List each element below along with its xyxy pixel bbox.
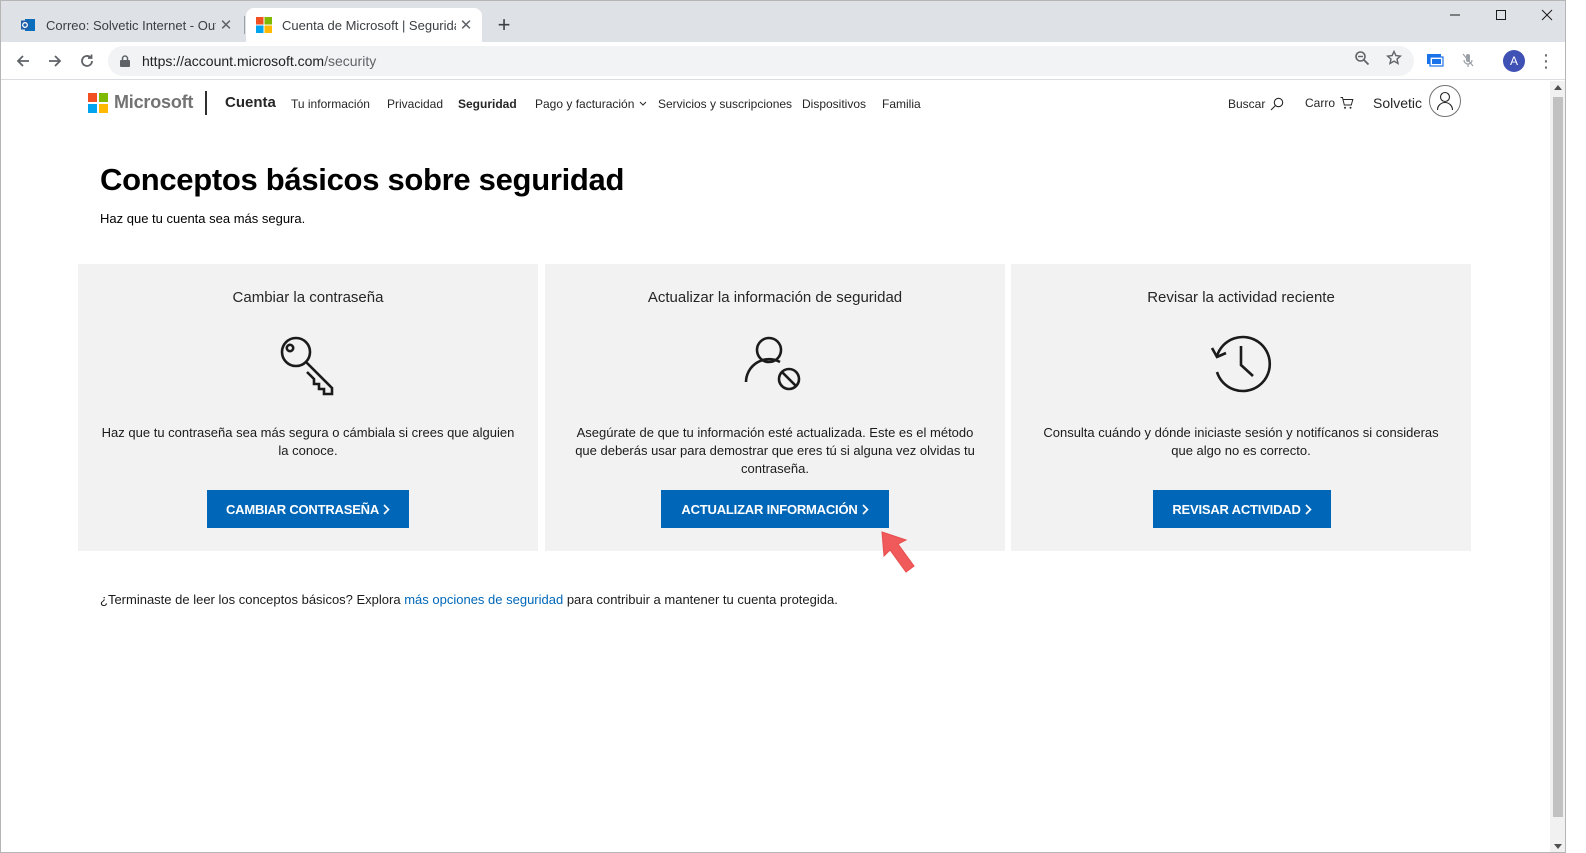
- tab-close-icon[interactable]: ✕: [216, 16, 236, 34]
- arrow-right-icon: [49, 55, 62, 67]
- page-title: Conceptos básicos sobre seguridad: [100, 162, 625, 197]
- bookmark-button[interactable]: [1384, 48, 1404, 68]
- nav-payment-billing-label: Pago y facturación: [535, 97, 635, 111]
- cart-icon: [1340, 97, 1354, 109]
- scroll-down-icon[interactable]: [1554, 844, 1562, 849]
- screen-extension-icon: [1427, 54, 1444, 67]
- update-security-info-card: Actualizar la información de seguridad A…: [545, 264, 1005, 551]
- brand-name: Microsoft: [114, 92, 194, 112]
- header-divider: [205, 91, 207, 115]
- card-title: Revisar la actividad reciente: [1147, 289, 1335, 306]
- window-margin: [1566, 0, 1586, 853]
- close-icon: [1541, 9, 1553, 21]
- forward-button[interactable]: [42, 48, 68, 74]
- cart-label: Carro: [1305, 96, 1336, 110]
- user-avatar-button[interactable]: [1429, 85, 1461, 117]
- reload-icon: [81, 54, 93, 67]
- search-button[interactable]: Buscar: [1228, 97, 1284, 111]
- button-label: REVISAR ACTIVIDAD: [1172, 501, 1301, 517]
- minimize-icon: [1450, 14, 1460, 16]
- review-activity-button[interactable]: REVISAR ACTIVIDAD: [1153, 490, 1331, 528]
- tab-title: Correo: Solvetic Internet - Outloo: [46, 17, 216, 33]
- nav-devices[interactable]: Dispositivos: [802, 97, 866, 111]
- zoom-button[interactable]: [1352, 48, 1372, 68]
- chevron-right-icon: [1305, 503, 1312, 515]
- change-password-card: Cambiar la contraseña Haz que tu contras…: [78, 264, 538, 551]
- page-subtitle: Haz que tu cuenta sea más segura.: [100, 211, 306, 226]
- tab-separator: [244, 16, 245, 34]
- key-icon: [280, 336, 334, 396]
- voice-extension-button[interactable]: [1458, 50, 1478, 70]
- nav-privacy[interactable]: Privacidad: [387, 97, 443, 111]
- address-bar[interactable]: https://account.microsoft.com/security: [108, 46, 1414, 76]
- lock-icon: [120, 55, 130, 67]
- browser-menu-button[interactable]: ⋮: [1536, 50, 1556, 72]
- button-label: ACTUALIZAR INFORMACIÓN: [681, 501, 858, 517]
- account-home-link[interactable]: Cuenta: [225, 94, 276, 111]
- chevron-right-icon: [861, 503, 869, 515]
- search-label: Buscar: [1228, 97, 1266, 111]
- cast-extension-button[interactable]: [1425, 50, 1445, 70]
- footer-text-before: ¿Terminaste de leer los conceptos básico…: [100, 592, 405, 607]
- browser-toolbar: https://account.microsoft.com/security A…: [0, 42, 1586, 80]
- update-info-button[interactable]: ACTUALIZAR INFORMACIÓN: [661, 490, 889, 528]
- user-blocked-icon: [744, 336, 801, 391]
- scrollbar-thumb[interactable]: [1553, 97, 1563, 817]
- scroll-up-icon[interactable]: [1554, 85, 1562, 90]
- browser-tab-strip: Correo: Solvetic Internet - Outloo ✕ Cue…: [0, 0, 1586, 42]
- review-activity-card: Revisar la actividad reciente Consulta c…: [1011, 264, 1471, 551]
- nav-payment-billing[interactable]: Pago y facturación: [535, 97, 647, 111]
- card-title: Actualizar la información de seguridad: [647, 289, 903, 306]
- close-window-button[interactable]: [1524, 0, 1570, 30]
- outlook-icon: [21, 19, 35, 31]
- footer-text-after: para contribuir a mantener tu cuenta pro…: [563, 592, 838, 607]
- user-icon: [1436, 91, 1454, 111]
- tab-outlook[interactable]: Correo: Solvetic Internet - Outloo ✕: [10, 8, 242, 42]
- arrow-left-icon: [16, 55, 29, 67]
- url-path: /security: [324, 53, 377, 69]
- change-password-button[interactable]: CAMBIAR CONTRASEÑA: [207, 490, 409, 528]
- page-scrollbar[interactable]: [1550, 81, 1566, 853]
- tab-close-icon[interactable]: ✕: [456, 16, 476, 34]
- new-tab-button[interactable]: +: [492, 12, 516, 38]
- microsoft-account-header: Microsoft Cuenta Tu información Privacid…: [0, 81, 1550, 127]
- nav-security[interactable]: Seguridad: [458, 97, 517, 111]
- tab-title: Cuenta de Microsoft | Seguridad: [282, 17, 456, 33]
- user-name[interactable]: Solvetic: [1373, 95, 1422, 111]
- cart-button[interactable]: Carro: [1305, 96, 1354, 110]
- maximize-button[interactable]: [1478, 0, 1524, 30]
- reload-button[interactable]: [74, 48, 100, 74]
- minimize-button[interactable]: [1432, 0, 1478, 30]
- profile-avatar-button[interactable]: A: [1503, 50, 1525, 72]
- card-description: Haz que tu contraseña sea más segura o c…: [101, 425, 515, 458]
- footer-text: ¿Terminaste de leer los conceptos básico…: [100, 592, 838, 607]
- history-clock-icon: [1210, 335, 1272, 393]
- nav-services-subscriptions[interactable]: Servicios y suscripciones: [658, 97, 792, 111]
- tab-microsoft-account[interactable]: Cuenta de Microsoft | Seguridad ✕: [246, 8, 482, 42]
- card-description: Consulta cuándo y dónde iniciaste sesión…: [1043, 425, 1439, 458]
- more-security-options-link[interactable]: más opciones de seguridad: [404, 592, 563, 607]
- zoom-out-icon: [1355, 51, 1370, 66]
- microsoft-logo-icon: [88, 92, 108, 113]
- nav-your-info[interactable]: Tu información: [291, 97, 370, 111]
- star-icon: [1386, 50, 1402, 65]
- maximize-icon: [1496, 10, 1506, 20]
- button-label: CAMBIAR CONTRASEÑA: [225, 501, 380, 517]
- microsoft-logo[interactable]: Microsoft: [88, 92, 193, 113]
- annotation-arrow-icon: [881, 531, 915, 573]
- microphone-slash-icon: [1462, 53, 1474, 67]
- chevron-right-icon: [383, 503, 390, 515]
- microsoft-logo-icon: [256, 17, 272, 33]
- url-text: https://account.microsoft.com/security: [142, 53, 376, 69]
- search-icon: [1270, 97, 1284, 111]
- card-description: Asegúrate de que tu información esté act…: [575, 425, 975, 476]
- card-title: Cambiar la contraseña: [232, 289, 384, 306]
- chevron-down-icon: [640, 101, 647, 106]
- back-button[interactable]: [10, 48, 36, 74]
- url-host: https://account.microsoft.com: [142, 53, 325, 69]
- nav-family[interactable]: Familia: [882, 97, 921, 111]
